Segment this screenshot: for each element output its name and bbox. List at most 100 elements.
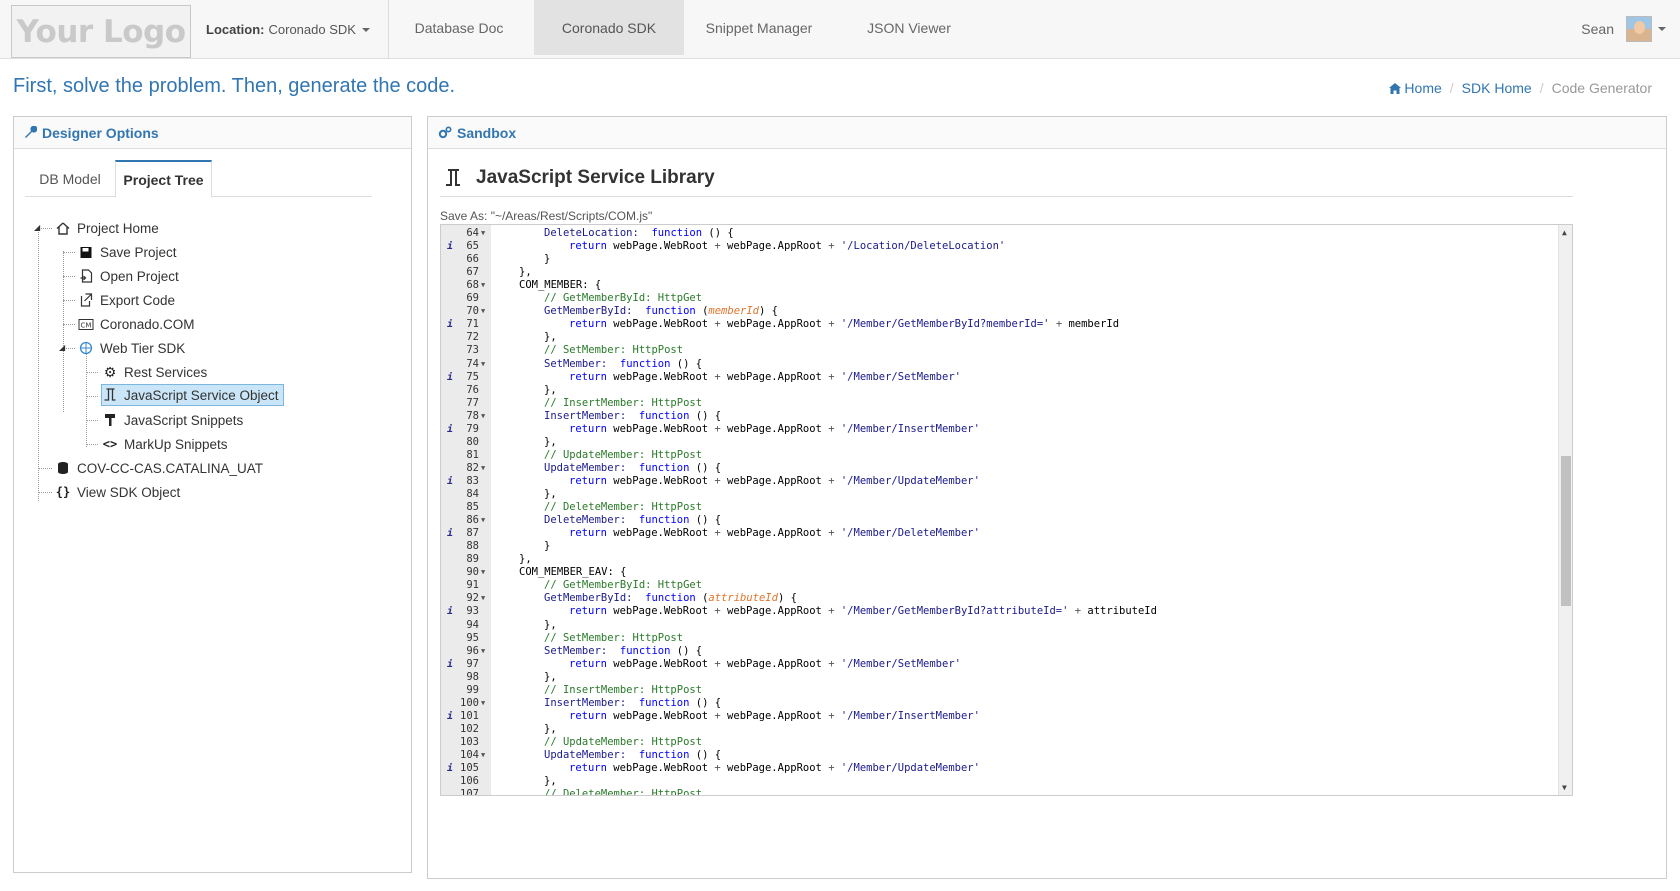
line-number: 84 [466, 488, 479, 500]
user-menu[interactable]: Sean [1581, 16, 1666, 42]
code-token: + [714, 605, 721, 618]
fold-toggle-icon: ▼ [481, 281, 486, 290]
info-icon: i [447, 658, 454, 670]
tree-item-javascript-snippets[interactable]: JavaScript Snippets [102, 409, 243, 431]
code-token: function [638, 749, 690, 761]
code-token: + [714, 370, 721, 383]
tab-project-tree[interactable]: Project Tree [115, 160, 212, 198]
code-token: function [645, 592, 696, 605]
tree-item-web-tier-sdk[interactable]: Web Tier SDK [78, 337, 185, 359]
location-label: Location: [206, 22, 265, 37]
code-text: }, [544, 383, 557, 396]
nav-tab-snippet-manager[interactable]: Snippet Manager [684, 0, 834, 55]
code-text: // DeleteMember: HttpPost [544, 788, 702, 795]
tree-item-markup-snippets[interactable]: <> MarkUp Snippets [102, 433, 228, 455]
code-line: 82 ▼ UpdateMember: function () { [441, 462, 1559, 475]
tree-item-project-home[interactable]: Project Home [55, 217, 159, 239]
tree-line [86, 353, 87, 447]
sandbox-panel: Sandbox JavaScript Service Library Save … [427, 116, 1667, 879]
database-icon [58, 462, 68, 474]
breadcrumb-separator: / [1539, 80, 1544, 96]
line-number: 69 [466, 292, 479, 305]
code-line: i 105 return webPage.WebRoot + webPage.App… [441, 762, 1559, 775]
tree-item-export-code[interactable]: Export Code [78, 289, 175, 311]
code-line: 81 // UpdateMember: HttpPost [441, 449, 1559, 462]
code-editor[interactable]: 64 ▼ DeleteLocation: function () {i 65 retur… [440, 224, 1573, 796]
top-navbar: Your Logo Location: Coronado SDK Databas… [0, 0, 1680, 59]
nav-tab-json-viewer[interactable]: JSON Viewer [834, 0, 984, 55]
code-token: function [645, 305, 696, 318]
code-text: }, [544, 618, 557, 631]
scroll-up-icon[interactable]: ▲ [1562, 228, 1567, 237]
collapse-toggle-icon[interactable]: ◢ [34, 223, 43, 232]
breadcrumb-home[interactable]: Home [1404, 80, 1441, 96]
scroll-down-icon[interactable]: ▼ [1562, 783, 1567, 792]
tab-db-model[interactable]: DB Model [25, 160, 115, 197]
code-token: UpdateMember: [544, 749, 627, 761]
line-number: 65 [466, 240, 479, 253]
logo[interactable]: Your Logo [11, 5, 191, 58]
code-text: // InsertMember: HttpPost [544, 397, 702, 410]
home-icon [56, 221, 70, 235]
code-token: + [714, 240, 721, 253]
fold-toggle-icon: ▼ [481, 646, 486, 655]
breadcrumb-sdk-home[interactable]: SDK Home [1462, 80, 1532, 96]
code-text: return webPage.WebRoot + webPage.AppRoot… [569, 657, 961, 670]
code-line: 77 // InsertMember: HttpPost [441, 397, 1559, 410]
tree-item-view-sdk-object[interactable]: {} View SDK Object [55, 481, 181, 503]
code-token: + [714, 762, 721, 775]
code-line: 92 ▼ GetMemberById: function (attributeId)… [441, 592, 1559, 605]
code-text: return webPage.WebRoot + webPage.AppRoot… [569, 370, 961, 383]
tree-line [86, 372, 98, 373]
code-token: + [1055, 318, 1063, 331]
code-text: return webPage.WebRoot + webPage.AppRoot… [569, 605, 1157, 618]
line-number: 67 [466, 266, 479, 279]
code-line: 78 ▼ InsertMember: function () { [441, 410, 1559, 423]
line-number: 102 [460, 722, 479, 735]
tree-item-rest-services[interactable]: ⚙ Rest Services [102, 361, 208, 383]
code-text: } [544, 253, 551, 266]
tree-item-save-project[interactable]: Save Project [78, 241, 177, 263]
code-text: }, [544, 331, 557, 344]
code-line: 84}, [441, 488, 1559, 501]
nav-tab-coronado-sdk[interactable]: Coronado SDK [534, 0, 684, 55]
tree-item-open-project[interactable]: Open Project [78, 265, 179, 287]
code-line: 106}, [441, 775, 1559, 788]
scrollbar-thumb[interactable] [1561, 456, 1571, 606]
code-line: 69 // GetMemberById: HttpGet [441, 292, 1559, 305]
tree-item-label: Project Home [77, 220, 159, 236]
chevron-down-icon [361, 27, 370, 32]
location-dropdown[interactable]: Location: Coronado SDK [206, 0, 389, 59]
code-token: + [828, 762, 835, 775]
code-text: return webPage.WebRoot + webPage.AppRoot… [569, 709, 980, 722]
editor-scrollbar[interactable]: ▲ ▼ [1558, 225, 1572, 795]
tree-item-database[interactable]: COV-CC-CAS.CATALINA_UAT [55, 457, 263, 479]
tree-item-javascript-service-object[interactable]: JavaScript Service Object [101, 384, 284, 406]
line-number: 104 [460, 749, 479, 761]
user-name: Sean [1581, 21, 1614, 37]
code-token: return [569, 709, 607, 722]
code-line: 89}, [441, 553, 1559, 566]
code-line: 96 ▼ SetMember: function () { [441, 645, 1559, 658]
nav-tab-database-doc[interactable]: Database Doc [384, 0, 534, 55]
code-token: function [638, 696, 690, 709]
code-text: COM_MEMBER_EAV: { [519, 566, 626, 579]
info-icon: i [447, 423, 454, 435]
code-line: 67}, [441, 266, 1559, 279]
line-number: 81 [466, 448, 479, 461]
code-line: 98}, [441, 671, 1559, 684]
info-icon: i [447, 371, 454, 383]
collapse-toggle-icon[interactable]: ◢ [59, 343, 68, 352]
designer-tabs: DB Model Project Tree [25, 160, 372, 198]
tree-item-coronado-com[interactable]: CM Coronado.COM [78, 313, 195, 335]
code-token: SetMember: [544, 357, 608, 370]
code-comment: // InsertMember: HttpPost [544, 396, 703, 409]
code-token: memberId [708, 305, 759, 318]
wrench-icon [25, 126, 37, 138]
info-icon: i [447, 241, 454, 253]
breadcrumb-separator: / [1449, 80, 1454, 96]
fold-toggle-icon: ▼ [481, 307, 486, 316]
code-text: // DeleteMember: HttpPost [544, 501, 702, 514]
line-number: 97 [466, 657, 479, 670]
code-text: return webPage.WebRoot + webPage.AppRoot… [569, 527, 980, 540]
